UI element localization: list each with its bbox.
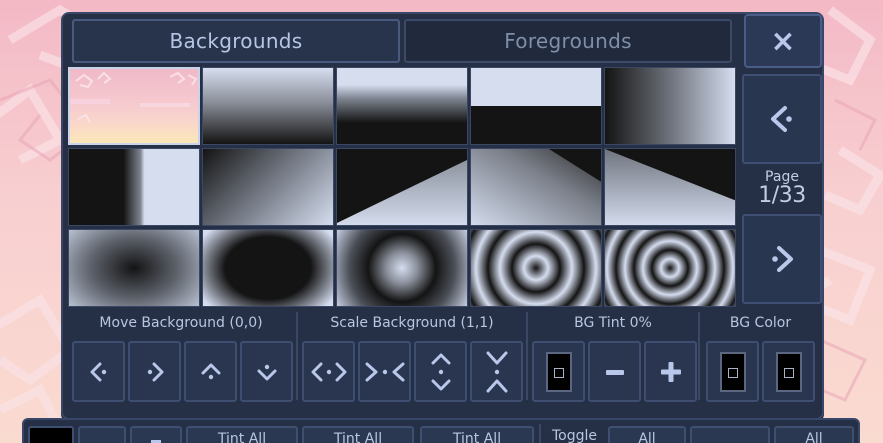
page-number: 1/33 bbox=[758, 183, 806, 208]
toolbar-minus-button[interactable] bbox=[130, 426, 182, 443]
bg-tint-swatch-button[interactable] bbox=[532, 341, 585, 402]
thumbnail-concentric-rings-dense[interactable] bbox=[604, 229, 736, 307]
increase-tint-button[interactable] bbox=[644, 341, 697, 402]
move-background-label: Move Background (0,0) bbox=[99, 315, 263, 331]
tint-all-button-3[interactable]: Tint All bbox=[420, 426, 534, 443]
thumbnail-vertical-split[interactable] bbox=[68, 148, 200, 226]
color-swatch-secondary bbox=[775, 351, 802, 392]
thumbnail-radial-light-center[interactable] bbox=[336, 229, 468, 307]
chevron-right-icon bbox=[772, 246, 793, 272]
plus-icon bbox=[660, 361, 681, 382]
bottom-toolbar: Tint All Tint All Tint All Toggle All Al… bbox=[22, 418, 860, 443]
arrow-down-icon bbox=[257, 364, 276, 380]
scale-background-label: Scale Background (1,1) bbox=[330, 315, 494, 331]
move-left-button[interactable] bbox=[72, 341, 125, 402]
thumbnail-trapezoid[interactable] bbox=[336, 148, 468, 226]
tint-color-swatch bbox=[545, 351, 572, 392]
previous-page-button[interactable] bbox=[742, 74, 822, 164]
chevron-left-icon bbox=[771, 106, 792, 132]
toggle-button-blank[interactable] bbox=[690, 426, 770, 443]
thumbnail-hard-split[interactable] bbox=[470, 67, 602, 145]
thumbnail-horizontal-split-gradient[interactable] bbox=[336, 67, 468, 145]
toggle-label: Toggle bbox=[552, 428, 598, 443]
triangle-preview-icon bbox=[605, 149, 735, 225]
bg-color-label: BG Color bbox=[729, 315, 792, 331]
move-right-button[interactable] bbox=[128, 341, 181, 402]
shrink-horizontal-icon bbox=[365, 362, 404, 381]
tint-all-button-2[interactable]: Tint All bbox=[302, 426, 414, 443]
toolbar-color-swatch[interactable] bbox=[28, 426, 74, 443]
bg-tint-label: BG Tint 0% bbox=[574, 315, 652, 331]
tab-backgrounds[interactable]: Backgrounds bbox=[72, 19, 400, 63]
scale-shorter-button[interactable] bbox=[470, 341, 523, 402]
scale-wider-button[interactable] bbox=[302, 341, 355, 402]
tab-foregrounds[interactable]: Foregrounds bbox=[404, 19, 732, 63]
expand-vertical-icon bbox=[431, 353, 450, 390]
thumbnail-triangle[interactable] bbox=[604, 148, 736, 226]
thumbnail-horizontal-gradient[interactable] bbox=[604, 67, 736, 145]
close-button[interactable]: × bbox=[744, 14, 822, 68]
thumbnail-diagonal-gradient-right[interactable] bbox=[470, 148, 602, 226]
background-picker-panel: Backgrounds Foregrounds × Page 1/33 Move… bbox=[61, 12, 826, 426]
pattern-preview-icon bbox=[70, 71, 198, 124]
scale-taller-button[interactable] bbox=[414, 341, 467, 402]
minus-icon bbox=[605, 369, 624, 375]
bg-color-swatch-primary[interactable] bbox=[706, 341, 759, 402]
background-controls: Move Background (0,0) Scale Background (… bbox=[66, 310, 821, 404]
move-up-button[interactable] bbox=[184, 341, 237, 402]
thumbnail-vertical-gradient[interactable] bbox=[202, 67, 334, 145]
thumbnail-pink-pattern[interactable] bbox=[68, 67, 200, 145]
move-down-button[interactable] bbox=[240, 341, 293, 402]
trapezoid-preview-icon bbox=[337, 159, 467, 225]
diagonal-preview-icon bbox=[471, 149, 601, 225]
bg-color-swatch-secondary[interactable] bbox=[762, 341, 815, 402]
shrink-vertical-icon bbox=[486, 351, 507, 392]
toolbar-button-blank[interactable] bbox=[78, 426, 126, 443]
arrow-right-icon bbox=[147, 362, 163, 381]
background-thumbnail-grid bbox=[68, 67, 736, 307]
close-icon: × bbox=[770, 23, 796, 59]
thumbnail-radial-dark-ellipse[interactable] bbox=[202, 229, 334, 307]
page-indicator: Page 1/33 bbox=[738, 169, 826, 207]
arrow-left-icon bbox=[90, 362, 106, 381]
thumbnail-radial-dark-center[interactable] bbox=[68, 229, 200, 307]
arrow-up-icon bbox=[201, 363, 220, 379]
thumbnail-concentric-rings[interactable] bbox=[470, 229, 602, 307]
color-swatch-primary bbox=[719, 351, 746, 392]
toggle-all-button-2[interactable]: All bbox=[774, 426, 854, 443]
thumbnail-diagonal-gradient[interactable] bbox=[202, 148, 334, 226]
decrease-tint-button[interactable] bbox=[588, 341, 641, 402]
scale-narrower-button[interactable] bbox=[358, 341, 411, 402]
toggle-all-button-1[interactable]: All bbox=[608, 426, 686, 443]
expand-horizontal-icon bbox=[311, 362, 346, 381]
next-page-button[interactable] bbox=[742, 214, 822, 304]
tint-all-button-1[interactable]: Tint All bbox=[186, 426, 298, 443]
